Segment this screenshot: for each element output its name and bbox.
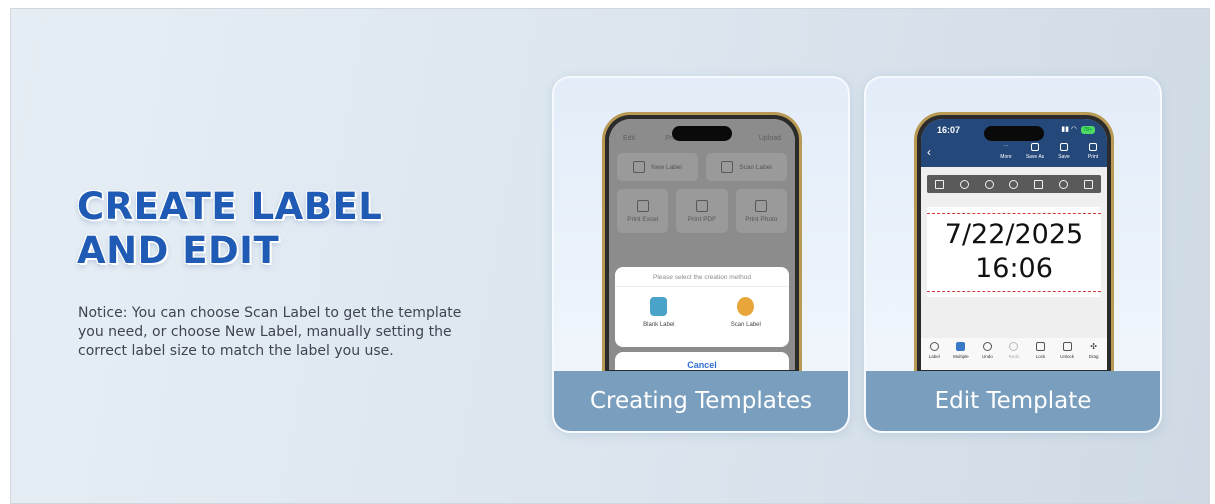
creation-method-sheet: Please select the creation method Blank … xyxy=(615,267,789,347)
label-content[interactable]: 7/22/2025 16:06 xyxy=(927,218,1101,286)
rotate-icon[interactable] xyxy=(1009,179,1019,189)
multiple-tool[interactable]: Multiple xyxy=(952,342,970,370)
card-caption: Creating Templates xyxy=(554,371,848,431)
lock-tool[interactable]: Lock xyxy=(1032,342,1050,370)
qr-icon xyxy=(721,161,734,173)
sheet-title: Please select the creation method xyxy=(615,267,789,287)
phone-screen: 16:07 ▮▮ ◠ 78+ ‹ ··· More Save As Save Pr… xyxy=(921,119,1107,370)
copy-icon[interactable] xyxy=(1034,179,1044,189)
label-date: 7/22/2025 xyxy=(944,219,1084,250)
more-button[interactable]: ··· More xyxy=(996,143,1016,160)
edit-toolbar xyxy=(927,175,1101,193)
back-icon[interactable]: ‹ xyxy=(927,145,931,159)
bottom-toolbar: Label Multiple Undo Redo Lock Unlock ✣ Dr… xyxy=(921,338,1107,370)
drag-tool[interactable]: ✣ Drag xyxy=(1085,342,1103,370)
undo-icon xyxy=(982,342,992,351)
tab-edit[interactable]: Edit xyxy=(623,125,635,147)
save-icon xyxy=(1060,143,1068,151)
more-icon: ··· xyxy=(1003,143,1009,149)
dynamic-island xyxy=(984,126,1044,141)
phone-mockup: 16:07 ▮▮ ◠ 78+ ‹ ··· More Save As Save Pr… xyxy=(914,112,1114,374)
delete-icon[interactable] xyxy=(934,179,944,189)
unlock-tool[interactable]: Unlock xyxy=(1058,342,1076,370)
lock-icon xyxy=(1036,342,1046,351)
edit-template-card: 16:07 ▮▮ ◠ 78+ ‹ ··· More Save As Save Pr… xyxy=(864,76,1162,433)
card-caption: Edit Template xyxy=(866,371,1160,431)
pdf-icon xyxy=(695,199,708,212)
notice-text: Notice: You can choose Scan Label to get… xyxy=(78,305,462,359)
dynamic-island xyxy=(672,126,732,141)
print-photo-button[interactable]: Print Photo xyxy=(735,189,787,233)
excel-icon xyxy=(636,199,649,212)
move-icon[interactable] xyxy=(1059,179,1069,189)
photo-icon xyxy=(755,199,768,212)
phone-mockup: Edit Print Share Upload New Label Scan L… xyxy=(602,112,802,374)
zoom-out-icon[interactable] xyxy=(959,179,969,189)
drag-icon: ✣ xyxy=(1090,342,1097,351)
headline-line-1: CREATE LABEL xyxy=(77,185,383,228)
save-as-icon xyxy=(1031,143,1039,151)
save-as-button[interactable]: Save As xyxy=(1025,143,1045,160)
phone-screen: Edit Print Share Upload New Label Scan L… xyxy=(609,119,795,370)
undo-tool[interactable]: Undo xyxy=(978,342,996,370)
scan-label-button[interactable]: Scan Label xyxy=(706,153,787,181)
headline: CREATE LABEL AND EDIT xyxy=(77,185,382,273)
print-button[interactable]: Print xyxy=(1083,143,1103,160)
print-excel-button[interactable]: Print Excel xyxy=(617,189,669,233)
blank-label-option[interactable]: Blank Label xyxy=(643,297,675,328)
label-time: 16:06 xyxy=(975,253,1053,284)
creating-templates-card: Edit Print Share Upload New Label Scan L… xyxy=(552,76,850,433)
signal-icon: ▮▮ ◠ xyxy=(1061,126,1077,133)
checkbox-icon xyxy=(956,342,966,351)
unlock-icon xyxy=(1062,342,1072,351)
new-label-icon xyxy=(633,161,646,173)
cancel-button[interactable]: Cancel xyxy=(615,352,789,370)
print-pdf-button[interactable]: Print PDF xyxy=(676,189,728,233)
scan-label-icon xyxy=(737,297,755,316)
tab-upload[interactable]: Upload xyxy=(759,125,781,147)
label-icon xyxy=(929,342,939,351)
save-button[interactable]: Save xyxy=(1054,143,1074,160)
redo-tool[interactable]: Redo xyxy=(1005,342,1023,370)
headline-line-2: AND EDIT xyxy=(77,229,280,272)
battery-indicator: 78+ xyxy=(1080,126,1095,134)
zoom-in-icon[interactable] xyxy=(984,179,994,189)
new-label-button[interactable]: New Label xyxy=(617,153,698,181)
scan-label-option[interactable]: Scan Label xyxy=(731,297,761,328)
label-tool[interactable]: Label xyxy=(925,342,943,370)
printer-icon xyxy=(1089,143,1097,151)
label-canvas[interactable]: 7/22/2025 16:06 xyxy=(927,207,1101,297)
paste-icon[interactable] xyxy=(1083,179,1093,189)
status-time: 16:07 xyxy=(937,125,961,135)
redo-icon xyxy=(1009,342,1019,351)
banner: CREATE LABEL AND EDIT Notice: You can ch… xyxy=(10,8,1210,504)
blank-label-icon xyxy=(650,297,668,316)
